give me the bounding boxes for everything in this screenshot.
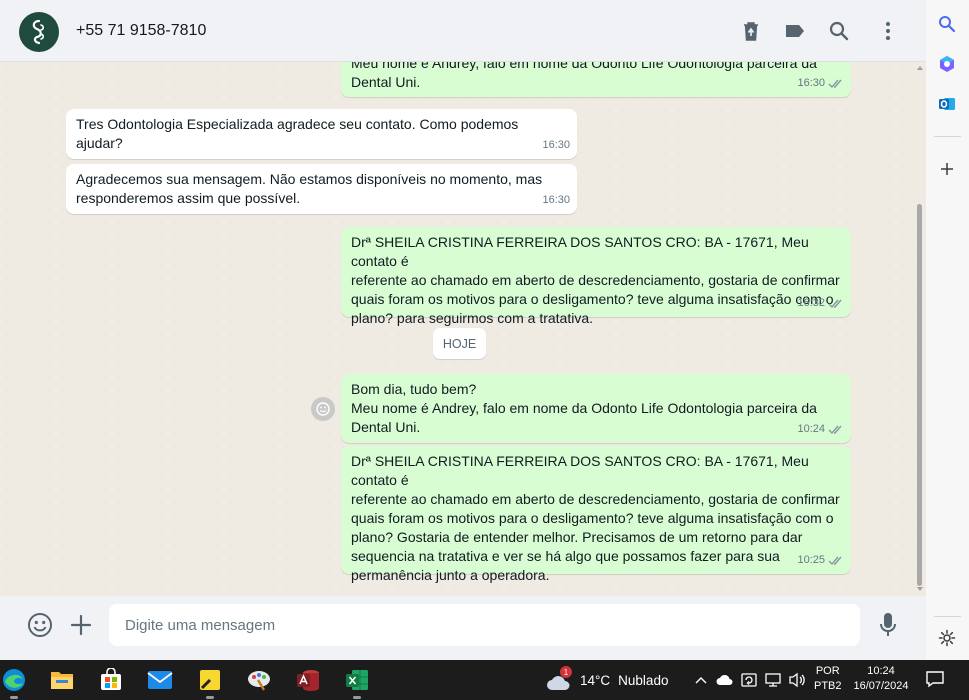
file-explorer-app-icon[interactable] — [48, 666, 76, 694]
chat-window: +55 71 9158-7810 Meu nome é Andrey, falo… — [0, 0, 926, 660]
add-icon[interactable] — [936, 158, 958, 180]
message-text: Bom dia, tudo bem? Meu nome é Andrey, fa… — [351, 381, 817, 435]
edge-app-icon[interactable] — [0, 666, 28, 699]
keyboard-layout: PTB2 — [814, 680, 842, 692]
message-text: Tres Odontologia Especializada agradece … — [76, 116, 519, 151]
message-composer — [0, 596, 926, 660]
input-language-indicator[interactable]: POR PTB2 — [814, 664, 842, 694]
message-outgoing[interactable]: Meu nome é Andrey, falo em nome da Odont… — [341, 62, 851, 97]
attach-plus-icon[interactable] — [67, 611, 95, 639]
show-hidden-icons-chevron-icon[interactable] — [692, 670, 710, 690]
running-indicator — [353, 696, 361, 699]
onedrive-cloud-icon[interactable] — [716, 670, 734, 690]
avatar-logo-icon — [32, 19, 45, 45]
weather-condition: Nublado — [618, 672, 669, 688]
message-time: 16:30 — [542, 194, 570, 206]
search-icon[interactable] — [936, 13, 958, 35]
mic-icon[interactable] — [874, 611, 902, 639]
scroll-up-arrow-icon[interactable] — [916, 64, 924, 72]
weather-widget[interactable]: 1 14°C Nublado — [546, 666, 668, 694]
read-check-icon — [828, 556, 842, 566]
copilot-icon[interactable] — [936, 53, 958, 75]
message-time: 16:30 — [542, 139, 570, 151]
date-divider: HOJE — [433, 328, 486, 359]
message-input[interactable] — [109, 604, 860, 646]
language-code: POR — [815, 665, 840, 677]
edge-sidebar — [926, 0, 969, 660]
message-meta: 10:25 — [797, 551, 844, 570]
message-meta: 16:30 — [542, 191, 570, 210]
label-icon[interactable] — [783, 19, 807, 43]
sidebar-divider — [934, 136, 961, 137]
windows-taskbar: 1 14°C Nublado POR PTB2 10:24 16/07/2024 — [0, 660, 969, 700]
contact-name[interactable]: +55 71 9158-7810 — [76, 22, 206, 40]
message-time: 16:32 — [797, 297, 825, 309]
volume-icon[interactable] — [788, 670, 806, 690]
sticky-notes-app-icon[interactable] — [196, 666, 224, 699]
weather-badge: 1 — [560, 666, 572, 678]
outlook-icon[interactable] — [936, 93, 958, 115]
excel-app-icon[interactable] — [343, 666, 371, 699]
sidebar-divider — [934, 616, 961, 617]
weather-temperature: 14°C — [580, 672, 611, 688]
running-indicator — [206, 696, 214, 699]
search-icon[interactable] — [827, 19, 851, 43]
chat-header: +55 71 9158-7810 — [0, 0, 926, 62]
message-text: Drª SHEILA CRISTINA FERREIRA DOS SANTOS … — [351, 453, 840, 583]
message-text: Agradecemos sua mensagem. Não estamos di… — [76, 171, 543, 206]
message-outgoing[interactable]: Drª SHEILA CRISTINA FERREIRA DOS SANTOS … — [341, 446, 851, 583]
mail-app-icon[interactable] — [146, 666, 174, 694]
more-options-icon[interactable] — [876, 19, 900, 43]
delete-icon[interactable] — [739, 19, 763, 43]
contact-avatar[interactable] — [19, 12, 59, 52]
message-text: Drª SHEILA CRISTINA FERREIRA DOS SANTOS … — [351, 234, 840, 326]
message-time: 16:30 — [797, 77, 825, 89]
emoji-icon[interactable] — [26, 611, 54, 639]
clock-time: 10:24 — [867, 665, 895, 677]
message-incoming[interactable]: Tres Odontologia Especializada agradece … — [66, 109, 577, 159]
read-check-icon — [828, 79, 842, 89]
read-check-icon — [828, 299, 842, 309]
security-update-icon[interactable] — [740, 670, 758, 690]
scroll-down-arrow-icon[interactable] — [916, 585, 924, 593]
clock-date: 16/07/2024 — [853, 680, 909, 692]
emoji-reaction-icon[interactable] — [311, 397, 335, 421]
notification-center-icon[interactable] — [925, 670, 947, 690]
message-list[interactable]: Meu nome é Andrey, falo em nome da Odont… — [0, 62, 926, 596]
read-check-icon — [828, 425, 842, 435]
message-meta: 16:30 — [797, 74, 844, 93]
message-text: Meu nome é Andrey, falo em nome da Odont… — [351, 62, 817, 90]
message-meta: 16:30 — [542, 136, 570, 155]
scroll-thumb[interactable] — [917, 204, 922, 586]
message-scrollbar[interactable] — [916, 64, 924, 592]
message-incoming[interactable]: Agradecemos sua mensagem. Não estamos di… — [66, 164, 577, 214]
message-time: 10:24 — [797, 423, 825, 435]
access-app-icon[interactable] — [294, 666, 322, 694]
message-time: 10:25 — [797, 554, 825, 566]
settings-icon[interactable] — [936, 627, 958, 649]
microsoft-store-app-icon[interactable] — [97, 666, 125, 694]
running-indicator — [10, 696, 18, 699]
message-meta: 10:24 — [797, 420, 844, 439]
message-outgoing[interactable]: Bom dia, tudo bem? Meu nome é Andrey, fa… — [341, 374, 851, 443]
network-icon[interactable] — [764, 670, 782, 690]
message-meta: 16:32 — [797, 294, 844, 313]
cloud-icon: 1 — [546, 666, 572, 692]
message-outgoing[interactable]: Drª SHEILA CRISTINA FERREIRA DOS SANTOS … — [341, 227, 851, 326]
system-clock[interactable]: 10:24 16/07/2024 — [852, 664, 910, 694]
paint-app-icon[interactable] — [245, 666, 273, 694]
